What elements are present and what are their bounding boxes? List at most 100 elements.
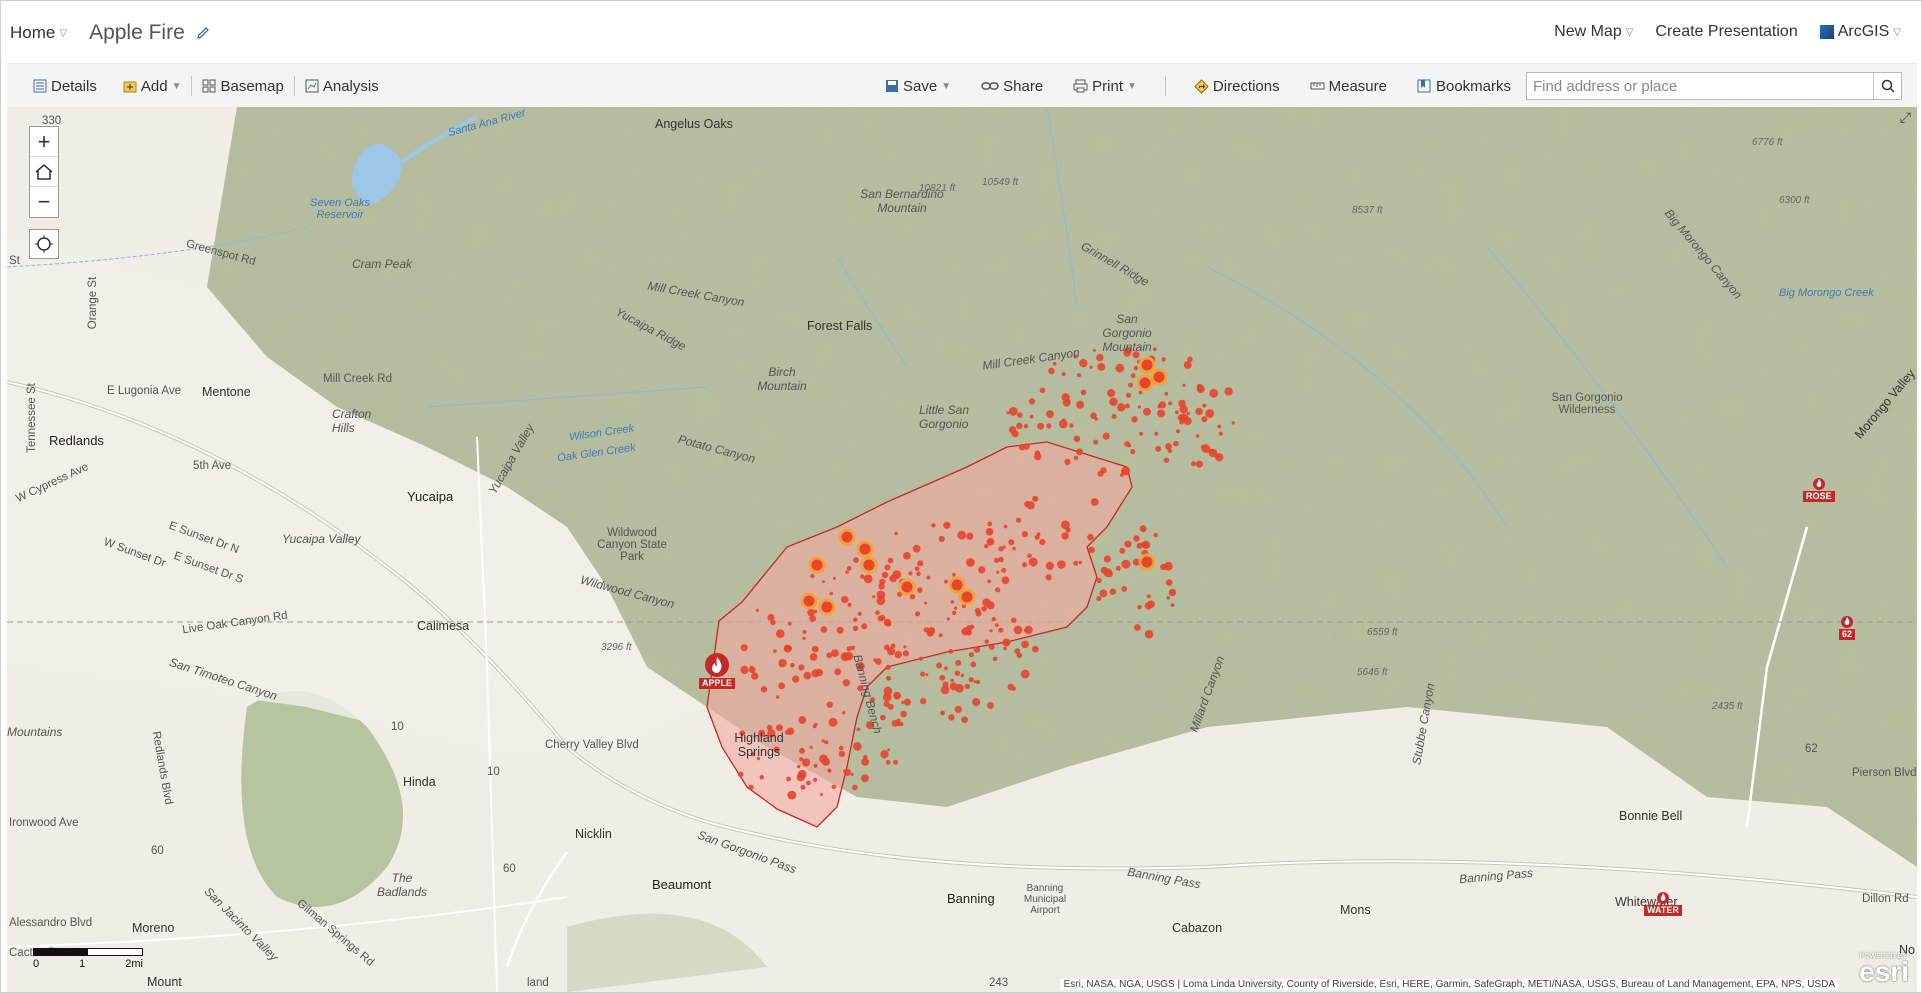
bookmark-icon [1417,79,1431,93]
fire-detection-dot [994,623,999,627]
fire-detection-dot [892,570,902,579]
fire-detection-dot [1076,448,1084,456]
fire-detection-dot [886,675,891,681]
share-button[interactable]: Share [975,78,1049,95]
fire-detection-dot [1146,594,1151,599]
home-extent-button[interactable] [30,157,58,187]
fire-incident-water[interactable]: WATER [1644,891,1682,916]
zoom-in-button[interactable]: + [30,127,58,157]
create-presentation-link[interactable]: Create Presentation [1655,23,1797,41]
fire-detection-dot [740,644,748,652]
basemap-label: Basemap [220,77,284,95]
fire-detection-dot [1076,373,1082,378]
fire-detection-dot [966,532,974,540]
search-button[interactable] [1873,73,1901,99]
fire-incident-62[interactable]: 62 [1839,615,1856,640]
measure-label: Measure [1328,77,1387,95]
map-attribution[interactable]: Esri, NASA, NGA, USGS | Loma Linda Unive… [1059,979,1839,990]
fire-detection-dot [944,666,948,671]
basemap-button[interactable]: Basemap [196,78,289,95]
expand-icon[interactable]: ⤢ [1900,109,1911,126]
esri-logo[interactable]: esri [1859,956,1909,988]
fire-detection-dot [826,652,833,659]
fire-detection-dot [973,646,981,653]
fire-detection-dot [884,564,891,571]
fire-detection-dot [1011,617,1017,623]
fire-detection-dot [1023,627,1029,633]
fire-incident-apple[interactable]: APPLE [699,652,736,689]
fire-detection-dot [1124,441,1130,447]
search-input[interactable] [1527,73,1873,99]
pencil-icon[interactable] [195,25,211,41]
details-button[interactable]: Details [27,78,103,95]
home-menu[interactable]: Home ▽ [10,23,67,43]
basemap-grid-icon [202,79,216,93]
fire-detection-dot [1032,495,1039,502]
road-label: E Lugonia Ave [107,385,181,397]
fire-detection-dot [828,717,838,727]
fire-detection-dot [994,557,1000,563]
fire-detection-dot [1103,555,1111,563]
fire-hotspot [838,528,856,546]
fire-detection-dot [998,627,1004,633]
new-map-menu[interactable]: New Map ▽ [1554,23,1633,41]
fire-detection-dot [1109,588,1117,595]
fire-detection-dot [1161,357,1166,362]
fire-detection-dot [1046,423,1052,429]
analysis-icon [305,79,319,93]
arcgis-user-menu[interactable]: ArcGIS ▽ [1819,23,1901,41]
locate-button[interactable] [29,229,59,259]
fire-detection-dot [1178,399,1186,408]
basemap-terrain [7,107,1917,992]
fire-detection-dot [1076,400,1085,409]
fire-detection-dot [926,629,934,637]
fire-detection-dot [968,652,975,658]
print-label: Print [1092,77,1124,95]
fire-detection-dot [1087,533,1094,541]
fire-detection-dot [953,606,958,610]
fire-detection-dot [1006,640,1011,645]
fire-detection-dot [843,768,852,776]
fire-detection-dot [961,716,968,724]
analysis-button[interactable]: Analysis [299,78,385,95]
fire-detection-dot [1031,645,1039,653]
measure-button[interactable]: Measure [1304,78,1393,95]
map-toolbar: Details Add ▼ Basemap Analysis Save ▼ Sh… [7,63,1917,107]
fire-detection-dot [1069,423,1074,428]
map-view[interactable]: + − ⤢ 330 Angelus Oaks Santa Ana River S… [7,107,1917,992]
fire-detection-dot [1064,458,1071,466]
road-label: Orange St [87,276,100,330]
fire-detection-dot [1139,431,1144,436]
fire-detection-dot [946,617,950,621]
fire-incident-rose[interactable]: ROSE [1803,477,1835,502]
fire-detection-dot [920,697,927,705]
bookmarks-button[interactable]: Bookmarks [1411,78,1517,95]
elevation-label: 6559 ft [1367,627,1398,638]
fire-detection-dot [1163,457,1170,463]
fire-detection-dot [982,598,991,607]
fire-detection-dot [787,790,797,800]
fire-detection-dot [1106,570,1113,578]
fire-detection-dot [1155,445,1162,452]
fire-detection-dot [1164,391,1169,396]
fire-detection-dot [1097,363,1106,371]
toolbar-divider [1164,76,1166,96]
fire-detection-dot [1134,624,1141,631]
place-label: Mentone [202,385,251,399]
fire-detection-dot [803,671,812,680]
directions-button[interactable]: Directions [1188,78,1286,95]
place-label: Angelus Oaks [655,117,733,131]
fire-detection-dot [1195,460,1203,468]
save-button[interactable]: Save ▼ [879,78,957,95]
fire-detection-dot [863,574,873,584]
zoom-out-button[interactable]: − [30,187,58,217]
fire-detection-dot [1125,403,1130,409]
add-button[interactable]: Add ▼ [117,78,188,95]
fire-detection-dot [940,710,945,716]
fire-detection-dot [1061,520,1070,530]
fire-detection-dot [901,700,905,705]
print-button[interactable]: Print ▼ [1067,78,1143,95]
fire-detection-dot [1168,401,1173,406]
fire-detection-dot [1028,557,1038,567]
fire-detection-dot [807,608,815,617]
